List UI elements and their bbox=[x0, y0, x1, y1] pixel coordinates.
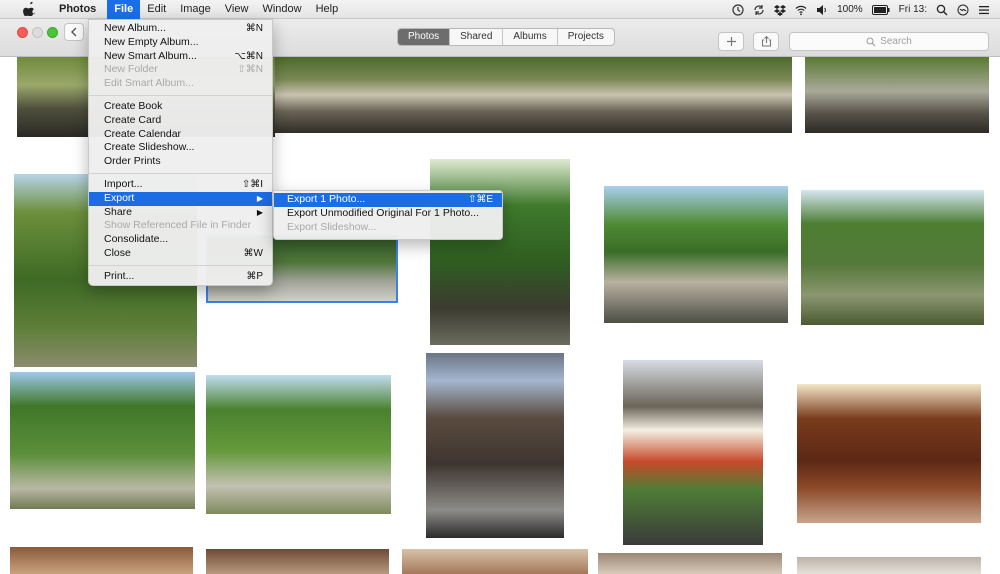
menu-item-create-calendar[interactable]: Create Calendar bbox=[89, 128, 272, 142]
menu-help[interactable]: Help bbox=[309, 0, 346, 19]
add-button[interactable] bbox=[718, 32, 744, 51]
status-area: 100% Fri 13: bbox=[732, 0, 990, 19]
back-button[interactable] bbox=[64, 23, 84, 41]
window-minimize-button[interactable] bbox=[32, 27, 43, 38]
apple-logo-icon[interactable] bbox=[22, 2, 36, 16]
menu-item-print[interactable]: Print... ⌘P bbox=[89, 270, 272, 284]
file-menu: New Album... ⌘N New Empty Album... New Sm… bbox=[88, 19, 273, 286]
menu-view[interactable]: View bbox=[218, 0, 256, 19]
photo-thumbnail[interactable] bbox=[275, 57, 792, 133]
menu-item-edit-smart-album: Edit Smart Album... bbox=[104, 77, 194, 90]
battery-icon[interactable] bbox=[871, 4, 890, 16]
menu-separator bbox=[89, 172, 272, 174]
menu-window[interactable]: Window bbox=[255, 0, 308, 19]
wifi-icon[interactable] bbox=[795, 4, 807, 16]
menu-item-new-album[interactable]: New Album... ⌘N bbox=[89, 22, 272, 36]
volume-icon[interactable] bbox=[816, 4, 828, 16]
menu-item-create-slideshow[interactable]: Create Slideshow... bbox=[89, 141, 272, 155]
window-close-button[interactable] bbox=[17, 27, 28, 38]
share-button[interactable] bbox=[753, 32, 779, 51]
menu-item-show-referenced-file: Show Referenced File in Finder bbox=[104, 219, 252, 232]
battery-percent: 100% bbox=[837, 4, 863, 15]
menu-item-export-photo[interactable]: Export 1 Photo... ⇧⌘E bbox=[274, 193, 502, 207]
menu-item-order-prints[interactable]: Order Prints bbox=[89, 155, 272, 169]
menu-separator bbox=[89, 264, 272, 266]
photo-thumbnail[interactable] bbox=[604, 186, 788, 323]
share-icon bbox=[761, 36, 771, 47]
dropbox-icon[interactable] bbox=[774, 4, 787, 16]
photo-thumbnail[interactable] bbox=[402, 549, 588, 574]
menu-item-export-unmodified-original[interactable]: Export Unmodified Original For 1 Photo..… bbox=[274, 207, 502, 221]
photo-thumbnail[interactable] bbox=[430, 159, 570, 345]
menu-separator bbox=[89, 94, 272, 96]
menu-item-export-slideshow: Export Slideshow... bbox=[287, 220, 377, 233]
tab-photos[interactable]: Photos bbox=[398, 29, 451, 45]
menubar-clock[interactable]: Fri 13: bbox=[899, 4, 927, 15]
menu-item-share[interactable]: Share ▶ bbox=[89, 206, 272, 220]
siri-icon[interactable] bbox=[957, 4, 969, 16]
menu-edit[interactable]: Edit bbox=[140, 0, 173, 19]
chevron-left-icon bbox=[71, 27, 77, 37]
photo-thumbnail[interactable] bbox=[426, 353, 564, 538]
search-icon bbox=[866, 36, 876, 46]
menu-item-import[interactable]: Import... ⇧⌘I bbox=[89, 178, 272, 192]
search-field[interactable]: Search bbox=[789, 32, 989, 51]
menu-item-new-empty-album[interactable]: New Empty Album... bbox=[89, 36, 272, 50]
search-placeholder: Search bbox=[880, 36, 912, 47]
photo-thumbnail[interactable] bbox=[206, 549, 389, 574]
tab-projects[interactable]: Projects bbox=[558, 29, 614, 45]
window-zoom-button[interactable] bbox=[47, 27, 58, 38]
tab-albums[interactable]: Albums bbox=[503, 29, 558, 45]
plus-icon bbox=[726, 37, 736, 46]
menubar: Photos File Edit Image View Window Help … bbox=[0, 0, 1000, 19]
menu-item-export[interactable]: Export ▶ bbox=[89, 191, 272, 206]
photo-thumbnail[interactable] bbox=[206, 375, 391, 514]
photo-thumbnail[interactable] bbox=[797, 384, 981, 523]
photo-thumbnail[interactable] bbox=[797, 557, 981, 574]
notification-center-icon[interactable] bbox=[978, 4, 990, 16]
menu-item-create-card[interactable]: Create Card bbox=[89, 114, 272, 128]
menu-photos[interactable]: Photos bbox=[52, 0, 103, 19]
time-machine-icon[interactable] bbox=[732, 3, 744, 16]
menu-file[interactable]: File bbox=[107, 0, 141, 19]
photo-thumbnail[interactable] bbox=[10, 372, 195, 509]
submenu-arrow-icon: ▶ bbox=[256, 207, 263, 217]
sync-icon[interactable] bbox=[753, 4, 765, 16]
view-segmented-control: Photos Shared Albums Projects bbox=[397, 28, 615, 46]
menu-item-new-folder: New Folder ⇧⌘N bbox=[104, 63, 263, 76]
photo-thumbnail[interactable] bbox=[598, 553, 782, 574]
photo-thumbnail[interactable] bbox=[805, 57, 989, 133]
menu-item-consolidate[interactable]: Consolidate... bbox=[89, 233, 272, 247]
photo-thumbnail[interactable] bbox=[10, 547, 193, 574]
menu-item-new-smart-album[interactable]: New Smart Album... ⌥⌘N bbox=[89, 50, 272, 64]
menu-image[interactable]: Image bbox=[173, 0, 218, 19]
submenu-arrow-icon: ▶ bbox=[256, 193, 263, 203]
photo-thumbnail[interactable] bbox=[801, 190, 984, 325]
menu-item-close[interactable]: Close ⌘W bbox=[89, 247, 272, 261]
export-submenu: Export 1 Photo... ⇧⌘E Export Unmodified O… bbox=[273, 190, 503, 240]
menu-item-create-book[interactable]: Create Book bbox=[89, 100, 272, 114]
photo-thumbnail[interactable] bbox=[623, 360, 763, 545]
spotlight-search-icon[interactable] bbox=[936, 4, 948, 16]
tab-shared[interactable]: Shared bbox=[450, 29, 504, 45]
